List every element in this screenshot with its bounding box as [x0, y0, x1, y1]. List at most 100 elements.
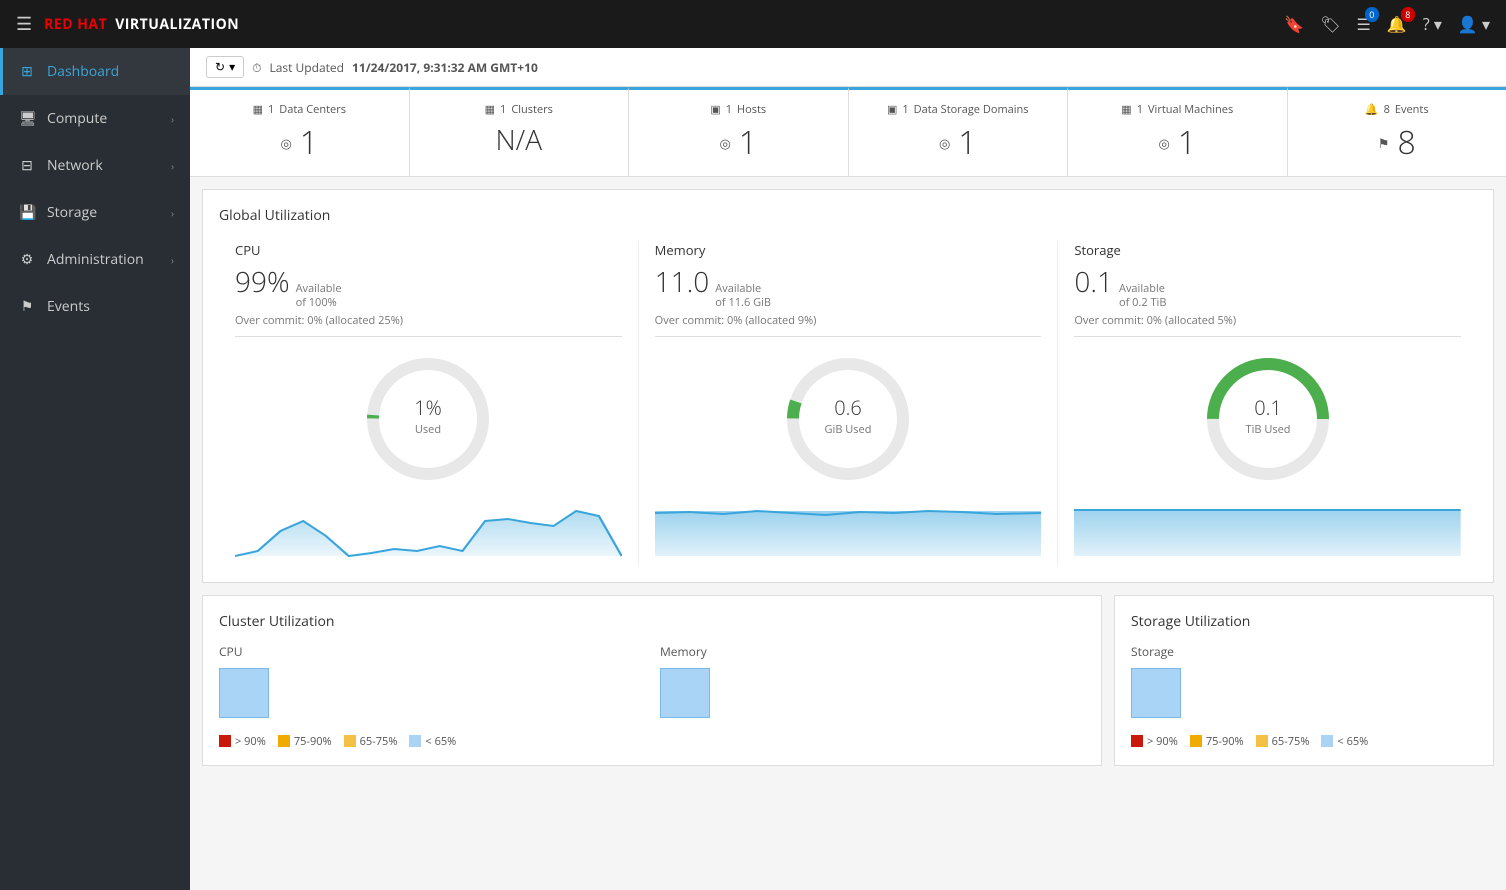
- card-clusters[interactable]: ▦ 1 Clusters N/A: [410, 87, 630, 176]
- sidebar-item-events[interactable]: ⚑ Events: [0, 283, 190, 330]
- refresh-button[interactable]: ↻ ▾: [206, 56, 244, 78]
- cpu-numbers: 99% Available of 100%: [235, 263, 622, 311]
- cpu-overcommit: Over commit: 0% (allocated 25%): [235, 313, 622, 328]
- storage-numbers: 0.1 Available of 0.2 TiB: [1074, 263, 1461, 311]
- cpu-panel: CPU 99% Available of 100% Over commit: 0…: [219, 241, 639, 566]
- cluster-memory-title: Memory: [660, 643, 1085, 660]
- storage-title: Storage: [1074, 241, 1461, 259]
- clusters-value: N/A: [426, 121, 613, 159]
- vms-status-icon: ◎: [1158, 134, 1169, 152]
- storage-donut-container: 0.1 TiB Used: [1074, 349, 1461, 489]
- compute-icon: 🖥: [19, 109, 35, 128]
- card-hosts-title: ▣ 1 Hosts: [645, 102, 832, 117]
- global-utilization-section: Global Utilization CPU 99% Available of …: [202, 189, 1494, 583]
- card-virtual-machines[interactable]: ▦ 1 Virtual Machines ◎ 1: [1068, 87, 1288, 176]
- svg-text:1%: 1%: [415, 394, 443, 421]
- help-icon[interactable]: ? ▾: [1423, 13, 1442, 35]
- storage-legend-color-lt65: [1321, 735, 1333, 747]
- hamburger-menu[interactable]: ☰: [16, 12, 32, 36]
- cpu-divider: [235, 336, 622, 337]
- data-centers-icon: ▦: [253, 102, 263, 117]
- sidebar: ⊞ Dashboard 🖥 Compute › ⊟ Network › 💾 St…: [0, 48, 190, 890]
- cpu-available: Available of 100%: [296, 282, 342, 311]
- card-data-centers-title: ▦ 1 Data Centers: [206, 102, 393, 117]
- bell-icon[interactable]: 🔔 8: [1387, 13, 1407, 35]
- storage-legend-item-65: 65-75%: [1256, 734, 1310, 749]
- sidebar-item-dashboard[interactable]: ⊞ Dashboard: [0, 48, 190, 95]
- memory-donut-container: 0.6 GiB Used: [655, 349, 1042, 489]
- vms-count: 1: [1137, 102, 1143, 117]
- network-chevron-icon: ›: [171, 159, 174, 173]
- cpu-sparkline: [235, 501, 622, 561]
- cpu-donut-chart: 1% Used: [358, 349, 498, 489]
- data-storage-value: ◎ 1: [865, 121, 1052, 164]
- storage-big-value: 0.1: [1074, 263, 1113, 301]
- data-storage-status-icon: ◎: [939, 134, 950, 152]
- hosts-icon: ▣: [710, 102, 720, 117]
- app-logo: RED HAT VIRTUALIZATION: [44, 15, 239, 34]
- card-events[interactable]: 🔔 8 Events ⚑ 8: [1288, 87, 1506, 176]
- sidebar-item-administration[interactable]: ⚙ Administration ›: [0, 236, 190, 283]
- card-clusters-title: ▦ 1 Clusters: [426, 102, 613, 117]
- subheader: ↻ ▾ ⏱ Last Updated 11/24/2017, 9:31:32 A…: [190, 48, 1506, 87]
- card-vms-title: ▦ 1 Virtual Machines: [1084, 102, 1271, 117]
- svg-text:Used: Used: [415, 422, 441, 437]
- list-icon[interactable]: ☰ 0: [1357, 13, 1371, 35]
- card-data-storage[interactable]: ▣ 1 Data Storage Domains ◎ 1: [849, 87, 1069, 176]
- memory-big-value: 11.0: [655, 263, 710, 301]
- topbar: ☰ RED HAT VIRTUALIZATION 🔖 🏷 ☰ 0 🔔 8 ? ▾…: [0, 0, 1506, 48]
- sidebar-label-storage: Storage: [47, 203, 97, 222]
- cluster-utilization-title: Cluster Utilization: [219, 612, 1085, 631]
- legend-label-65: 65-75%: [360, 734, 398, 749]
- card-hosts[interactable]: ▣ 1 Hosts ◎ 1: [629, 87, 849, 176]
- vms-icon: ▦: [1121, 102, 1131, 117]
- refresh-dropdown-icon: ▾: [229, 60, 235, 74]
- tag-icon[interactable]: 🏷: [1320, 13, 1340, 35]
- cluster-legend-item-65: 65-75%: [344, 734, 398, 749]
- memory-available: Available of 11.6 GiB: [715, 282, 771, 311]
- hosts-value: ◎ 1: [645, 121, 832, 164]
- storage-legend-label-65: 65-75%: [1272, 734, 1310, 749]
- cluster-sub-panels: CPU Memory: [219, 643, 1085, 718]
- memory-divider: [655, 336, 1042, 337]
- sidebar-label-administration: Administration: [47, 250, 144, 269]
- sidebar-item-storage-inner: 💾 Storage: [19, 203, 97, 222]
- sidebar-item-dashboard-inner: ⊞ Dashboard: [19, 62, 119, 81]
- events-value: ⚑ 8: [1304, 121, 1491, 164]
- legend-label-lt65: < 65%: [425, 734, 456, 749]
- layout: ⊞ Dashboard 🖥 Compute › ⊟ Network › 💾 St…: [0, 48, 1506, 890]
- storage-utilization-title: Storage Utilization: [1131, 612, 1477, 631]
- card-events-title: 🔔 8 Events: [1304, 102, 1491, 117]
- sidebar-label-dashboard: Dashboard: [47, 62, 119, 81]
- dashboard-icon: ⊞: [19, 62, 35, 81]
- cluster-legend: > 90% 75-90% 65-75% < 65%: [219, 734, 1085, 749]
- sidebar-item-administration-inner: ⚙ Administration: [19, 250, 144, 269]
- memory-panel: Memory 11.0 Available of 11.6 GiB Over c…: [639, 241, 1059, 566]
- events-card-icon: 🔔: [1365, 102, 1379, 117]
- storage-chevron-icon: ›: [171, 206, 174, 220]
- user-icon[interactable]: 👤 ▾: [1458, 13, 1490, 35]
- sidebar-item-storage[interactable]: 💾 Storage ›: [0, 189, 190, 236]
- data-storage-count: 1: [902, 102, 908, 117]
- svg-text:0.1: 0.1: [1254, 394, 1282, 421]
- main-content: ↻ ▾ ⏱ Last Updated 11/24/2017, 9:31:32 A…: [190, 48, 1506, 890]
- memory-sparkline: [655, 501, 1042, 561]
- util-panels: CPU 99% Available of 100% Over commit: 0…: [219, 241, 1477, 566]
- card-data-centers[interactable]: ▦ 1 Data Centers ◎ 1: [190, 87, 410, 176]
- logo-red: RED HAT: [44, 15, 107, 34]
- storage-legend-item-75: 75-90%: [1190, 734, 1244, 749]
- sidebar-label-compute: Compute: [47, 109, 107, 128]
- sidebar-item-network[interactable]: ⊟ Network ›: [0, 142, 190, 189]
- storage-donut-chart: 0.1 TiB Used: [1198, 349, 1338, 489]
- storage-legend-color-75: [1190, 735, 1202, 747]
- sidebar-item-compute[interactable]: 🖥 Compute ›: [0, 95, 190, 142]
- storage-overcommit: Over commit: 0% (allocated 5%): [1074, 313, 1461, 328]
- events-status-icon: ⚑: [1378, 134, 1390, 152]
- hosts-status-icon: ◎: [719, 134, 730, 152]
- logo-product: VIRTUALIZATION: [115, 15, 239, 34]
- data-storage-icon: ▣: [887, 102, 897, 117]
- cpu-title: CPU: [235, 241, 622, 259]
- storage-legend-color-65: [1256, 735, 1268, 747]
- storage-sparkline: [1074, 501, 1461, 561]
- bookmark-icon[interactable]: 🔖: [1284, 13, 1304, 35]
